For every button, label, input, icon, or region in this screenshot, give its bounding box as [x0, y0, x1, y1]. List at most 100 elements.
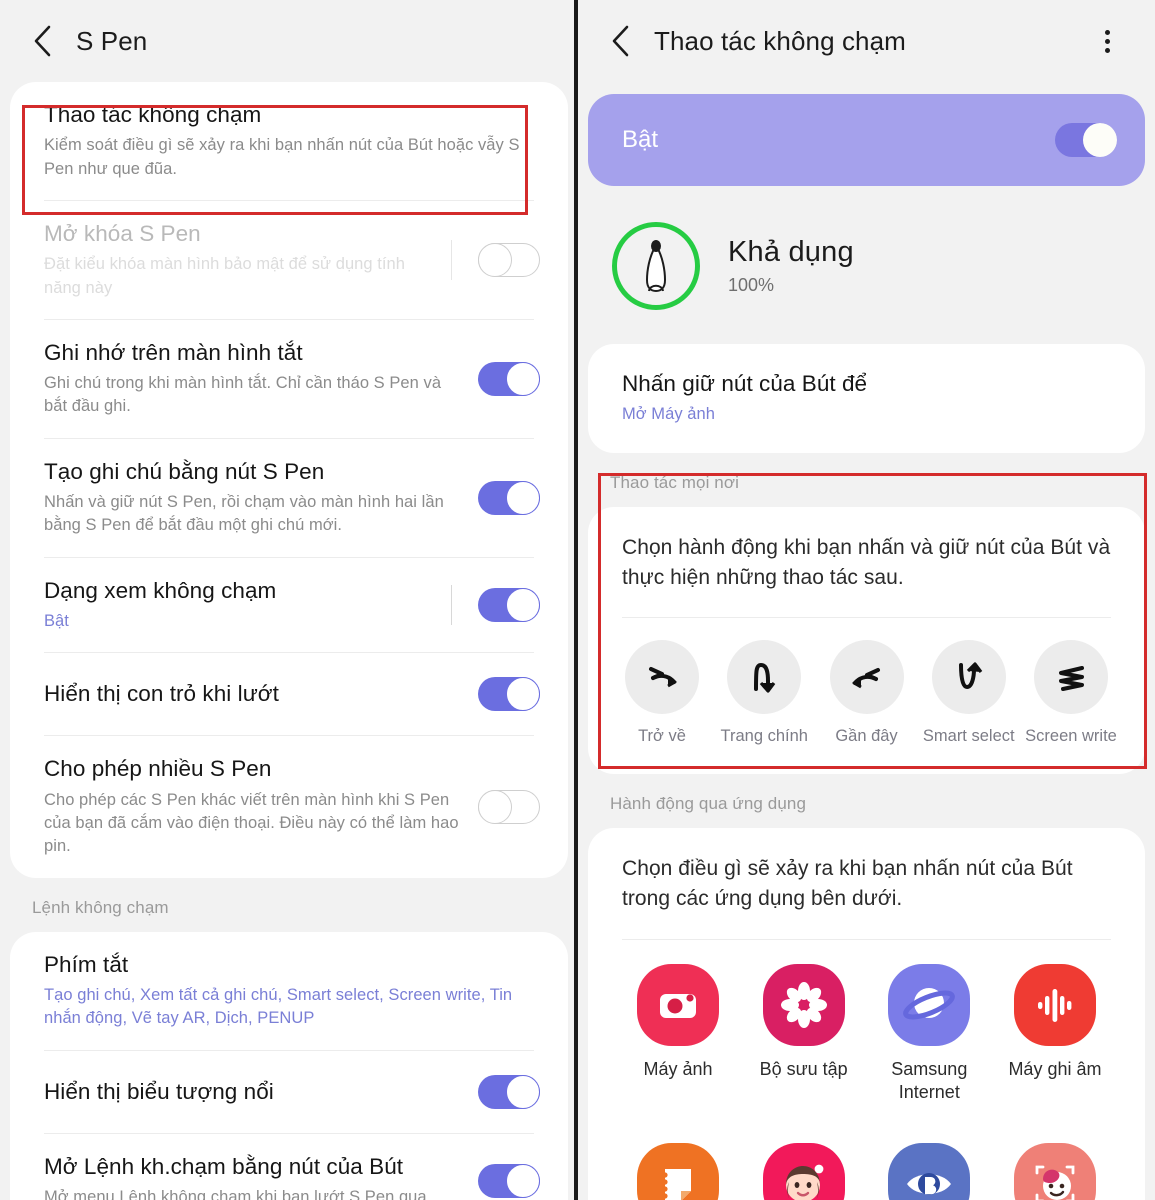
samsung-internet-app-icon — [888, 963, 971, 1046]
page-title: Thao tác không chạm — [654, 25, 906, 56]
gesture-item-back[interactable]: Trở về — [614, 640, 710, 747]
panel-divider — [574, 0, 578, 1200]
row-screen-off-memo[interactable]: Ghi nhớ trên màn hình tắt Ghi chú trong … — [10, 320, 568, 438]
row-show-pointer[interactable]: Hiển thị con trỏ khi lướt — [10, 653, 568, 735]
row-subtitle: Mở Máy ảnh — [622, 405, 715, 424]
settings-card-air-command: Phím tắt Tạo ghi chú, Xem tất cả ghi chú… — [10, 931, 568, 1200]
row-shortcuts[interactable]: Phím tắt Tạo ghi chú, Xem tất cả ghi chú… — [10, 932, 568, 1050]
toggle-screen-off-memo[interactable] — [478, 361, 540, 396]
gesture-label: Trang chính — [720, 727, 808, 746]
gesture-item-home[interactable]: Trang chính — [716, 640, 812, 747]
gesture-back-icon — [625, 640, 699, 715]
toggle-spen-unlock[interactable] — [478, 242, 540, 277]
app-label: Samsung Internet — [891, 1058, 968, 1103]
left-panel-s-pen-settings: S Pen Thao tác không chạm Kiểm soát điều… — [0, 0, 578, 1200]
gesture-icon-strip: Trở về Trang chính Gần đây Smart select … — [588, 618, 1145, 773]
row-create-note-spen-button[interactable]: Tạo ghi chú bằng nút S Pen Nhấn và giữ n… — [10, 439, 568, 557]
gesture-screen-write-icon — [1034, 640, 1108, 715]
gesture-label: Screen write — [1025, 727, 1117, 746]
row-title: Dạng xem không chạm — [44, 577, 277, 603]
toggle-show-pointer[interactable] — [478, 677, 540, 712]
row-spen-unlock: Mở khóa S Pen Đặt kiểu khóa màn hình bảo… — [10, 201, 568, 319]
row-title: Tạo ghi chú bằng nút S Pen — [44, 458, 325, 484]
section-label-air-command: Lệnh không chạm — [32, 897, 169, 917]
app-label: Bộ sưu tập — [759, 1058, 848, 1079]
app-label: Máy ảnh — [643, 1058, 713, 1079]
app-item-ar-doodle[interactable] — [999, 1143, 1111, 1200]
pen-status-block: Khả dụng 100% — [578, 186, 1155, 344]
app-actions-description: Chọn điều gì sẽ xảy ra khi bạn nhấn nút … — [622, 856, 1073, 911]
voice-recorder-app-icon — [1013, 963, 1096, 1046]
gesture-home-icon — [727, 640, 802, 715]
pen-status-text: Khả dụng 100% — [728, 236, 854, 296]
row-title: Phím tắt — [44, 951, 129, 977]
row-allow-multiple-spen[interactable]: Cho phép nhiều S Pen Cho phép các S Pen … — [10, 736, 568, 877]
row-vertical-rule — [450, 585, 452, 626]
app-item-gallery[interactable]: Bộ sưu tập — [748, 963, 860, 1106]
row-vertical-rule — [450, 239, 452, 280]
app-item-camera[interactable]: Máy ảnh — [622, 963, 734, 1106]
app-item-ar-emoji[interactable] — [748, 1143, 860, 1200]
row-subtitle: Ghi chú trong khi màn hình tắt. Chỉ cần … — [44, 374, 442, 416]
toggle-show-floating-icon[interactable] — [478, 1074, 540, 1109]
row-title: Mở khóa S Pen — [44, 220, 201, 246]
row-title: Cho phép nhiều S Pen — [44, 756, 272, 782]
dual-screenshot: S Pen Thao tác không chạm Kiểm soát điều… — [0, 0, 1155, 1200]
gallery-app-icon — [762, 963, 845, 1046]
settings-card-primary: Thao tác không chạm Kiểm soát điều gì sẽ… — [10, 82, 568, 878]
toggle-open-air-command-with-button[interactable] — [478, 1164, 540, 1199]
row-subtitle: Tạo ghi chú, Xem tất cả ghi chú, Smart s… — [44, 985, 513, 1028]
row-hold-pen-button[interactable]: Nhấn giữ nút của Bút để Mở Máy ảnh — [588, 344, 1145, 453]
app-label: Máy ghi âm — [1008, 1058, 1102, 1079]
gesture-item-screen-write[interactable]: Screen write — [1023, 640, 1119, 747]
row-title: Nhấn giữ nút của Bút để — [622, 371, 868, 396]
chevron-left-icon[interactable] — [600, 21, 640, 61]
card-hold-pen-button[interactable]: Nhấn giữ nút của Bút để Mở Máy ảnh — [588, 344, 1145, 453]
pen-battery-percent: 100% — [728, 275, 775, 295]
row-air-view[interactable]: Dạng xem không chạm Bật — [10, 558, 568, 653]
row-subtitle: Cho phép các S Pen khác viết trên màn hì… — [44, 790, 459, 856]
row-subtitle: Đặt kiểu khóa màn hình bảo mật để sử dụn… — [44, 255, 405, 297]
row-show-floating-icon[interactable]: Hiển thị biểu tượng nổi — [10, 1051, 568, 1133]
row-open-air-command-with-button[interactable]: Mở Lệnh kh.chạm bằng nút của Bút Mở menu… — [10, 1134, 568, 1200]
row-title: Mở Lệnh kh.chạm bằng nút của Bút — [44, 1153, 404, 1179]
row-subtitle: Kiểm soát điều gì sẽ xảy ra khi bạn nhấn… — [44, 136, 520, 178]
chevron-left-icon[interactable] — [22, 21, 62, 61]
card-app-actions: Chọn điều gì sẽ xảy ra khi bạn nhấn nút … — [588, 827, 1145, 1200]
left-appbar: S Pen — [0, 0, 578, 82]
bixby-vision-app-icon — [888, 1143, 971, 1200]
gesture-item-smart-select[interactable]: Smart select — [921, 640, 1017, 747]
app-item-samsung-internet[interactable]: Samsung Internet — [873, 963, 985, 1106]
toggle-create-note-spen-button[interactable] — [478, 480, 540, 515]
app-icon-row-2 — [588, 1115, 1145, 1200]
gesture-label: Gần đây — [835, 727, 898, 746]
toggle-allow-multiple-spen[interactable] — [478, 790, 540, 825]
row-title: Hiển thị con trỏ khi lướt — [44, 681, 279, 707]
app-icon-row-1: Máy ảnh Bộ sưu tập Samsung Internet Máy … — [588, 940, 1145, 1116]
toggle-air-view[interactable] — [478, 588, 540, 623]
right-appbar: Thao tác không chạm — [578, 0, 1155, 82]
row-subtitle: Bật — [44, 612, 69, 630]
app-item-voice-recorder[interactable]: Máy ghi âm — [999, 963, 1111, 1106]
gesture-smart-select-icon — [931, 640, 1006, 715]
pen-status-title: Khả dụng — [728, 236, 854, 268]
ar-emoji-app-icon — [762, 1143, 845, 1200]
row-title: Ghi nhớ trên màn hình tắt — [44, 339, 303, 365]
row-air-actions[interactable]: Thao tác không chạm Kiểm soát điều gì sẽ… — [10, 82, 568, 200]
ar-doodle-app-icon — [1013, 1143, 1096, 1200]
card-anywhere-actions: Chọn hành động khi bạn nhấn và giữ nút c… — [588, 506, 1145, 774]
app-item-samsung-notes[interactable] — [622, 1143, 734, 1200]
gesture-label: Trở về — [638, 727, 686, 746]
kebab-menu-icon[interactable] — [1089, 23, 1125, 59]
anywhere-actions-description: Chọn hành động khi bạn nhấn và giữ nút c… — [622, 535, 1111, 589]
master-toggle-switch[interactable] — [1055, 123, 1117, 157]
app-item-bixby-vision[interactable] — [873, 1143, 985, 1200]
gesture-item-recents[interactable]: Gần đây — [819, 640, 915, 747]
gesture-label: Smart select — [922, 727, 1015, 746]
samsung-notes-app-icon — [637, 1143, 719, 1200]
section-label-app-actions: Hành động qua ứng dụng — [610, 793, 807, 813]
section-label-anywhere-actions: Thao tác mọi nơi — [610, 472, 739, 492]
row-title: Thao tác không chạm — [44, 102, 262, 127]
master-toggle-banner[interactable]: Bật — [588, 94, 1145, 186]
row-subtitle: Mở menu Lệnh không chạm khi bạn lướt S P… — [44, 1187, 427, 1200]
